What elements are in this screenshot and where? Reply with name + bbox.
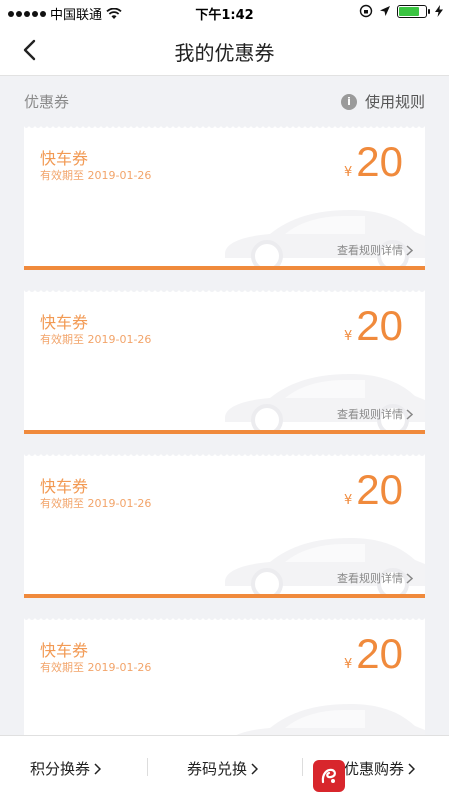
info-icon: i: [340, 93, 357, 110]
car-watermark-icon: [225, 374, 425, 434]
usage-rules-label: 使用规则: [364, 93, 425, 111]
points-exchange-label: 积分换券: [30, 760, 91, 778]
chevron-right-icon: [406, 572, 413, 584]
usage-rules-link[interactable]: i 使用规则: [340, 91, 425, 112]
coupon-card[interactable]: 快车券 有效期至 2019-01-26 ¥ 20 查看规则详情: [24, 288, 425, 434]
coupon-amount: 20: [356, 630, 403, 677]
card-accent-bar: [24, 594, 425, 598]
divider: [302, 758, 303, 776]
chevron-right-icon: [406, 408, 413, 420]
coupon-card[interactable]: 快车券 有效期至 2019-01-26 ¥ 20 查看规则详情: [24, 124, 425, 270]
currency-symbol: ¥: [344, 657, 353, 672]
code-redeem-button[interactable]: 券码兑换: [187, 758, 259, 779]
points-exchange-button[interactable]: 积分换券: [30, 758, 102, 779]
view-rule-details-label: 查看规则详情: [337, 244, 403, 257]
section-label: 优惠券: [24, 93, 70, 111]
coupon-expiry: 有效期至 2019-01-26: [40, 661, 152, 674]
chevron-right-icon: [94, 762, 102, 775]
coupon-amount: 20: [356, 302, 403, 349]
logo-mark-icon: [321, 768, 336, 784]
coupon-amount: 20: [356, 138, 403, 185]
rotation-lock-icon: [359, 4, 373, 18]
charging-bolt-icon: [435, 5, 443, 17]
card-accent-bar: [24, 266, 425, 270]
currency-symbol: ¥: [344, 165, 353, 180]
coupon-amount: 20: [356, 466, 403, 513]
card-scallop-edge: [24, 288, 425, 292]
view-rule-details-label: 查看规则详情: [337, 408, 403, 421]
buy-coupons-label: 优惠购券: [344, 760, 405, 778]
coupon-name: 快车券: [40, 313, 89, 332]
section-header: 优惠券 i 使用规则: [24, 88, 425, 114]
coupon-expiry: 有效期至 2019-01-26: [40, 333, 152, 346]
card-scallop-edge: [24, 452, 425, 456]
coupon-value: ¥ 20: [344, 630, 403, 678]
coupon-card[interactable]: 快车券 有效期至 2019-01-26 ¥ 20 查看规则详情: [24, 452, 425, 598]
watermark-logo-icon: [313, 760, 345, 792]
car-watermark-icon: [225, 210, 425, 270]
card-accent-bar: [24, 430, 425, 434]
navigation-bar: 我的优惠券: [0, 24, 449, 76]
chevron-right-icon: [251, 762, 259, 775]
chevron-right-icon: [408, 762, 416, 775]
card-scallop-edge: [24, 616, 425, 620]
divider: [147, 758, 148, 776]
coupon-expiry: 有效期至 2019-01-26: [40, 169, 152, 182]
battery-icon: [397, 4, 430, 18]
view-rule-details-link[interactable]: 查看规则详情: [337, 242, 413, 258]
buy-coupons-button[interactable]: 优惠购券: [344, 758, 416, 779]
coupon-name: 快车券: [40, 149, 89, 168]
view-rule-details-link[interactable]: 查看规则详情: [337, 570, 413, 586]
view-rule-details-link[interactable]: 查看规则详情: [337, 406, 413, 422]
chevron-right-icon: [406, 244, 413, 256]
currency-symbol: ¥: [344, 329, 353, 344]
coupon-expiry: 有效期至 2019-01-26: [40, 497, 152, 510]
card-scallop-edge: [24, 124, 425, 128]
code-redeem-label: 券码兑换: [187, 760, 248, 778]
currency-symbol: ¥: [344, 493, 353, 508]
coupon-value: ¥ 20: [344, 466, 403, 514]
coupon-card[interactable]: 快车券 有效期至 2019-01-26 ¥ 20: [24, 616, 425, 746]
coupon-name: 快车券: [40, 641, 89, 660]
page-title: 我的优惠券: [174, 41, 275, 65]
status-bar: 中国联通 下午1:42: [0, 0, 449, 24]
bottom-action-bar: 积分换券 券码兑换 优惠购券: [0, 735, 449, 800]
coupon-name: 快车券: [40, 477, 89, 496]
view-rule-details-label: 查看规则详情: [337, 572, 403, 585]
car-watermark-icon: [225, 538, 425, 598]
coupon-value: ¥ 20: [344, 138, 403, 186]
coupon-value: ¥ 20: [344, 302, 403, 350]
location-arrow-icon: [380, 6, 390, 16]
